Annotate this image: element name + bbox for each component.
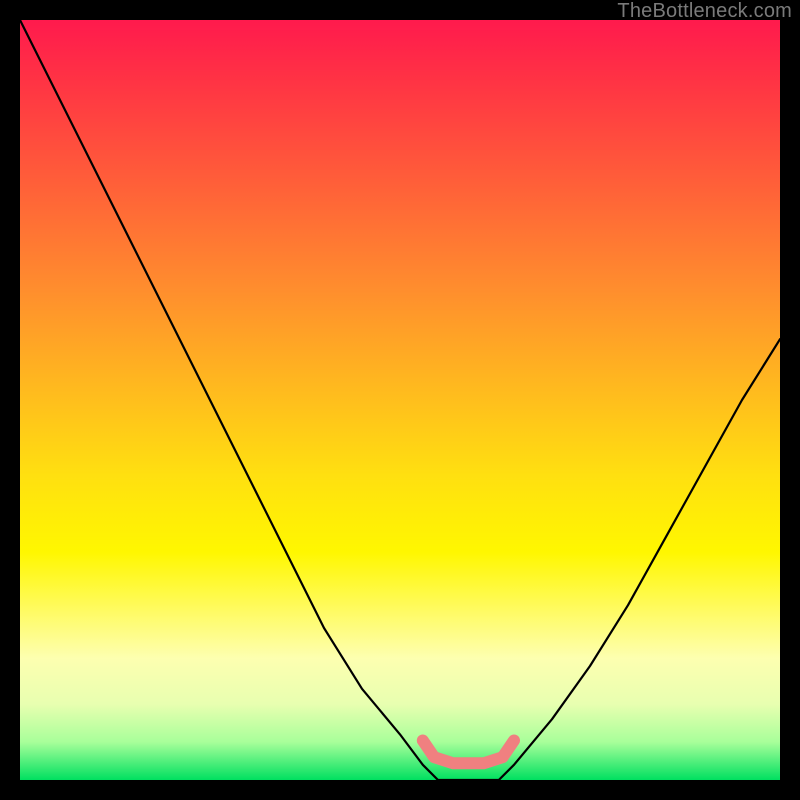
flat-bottom-highlight xyxy=(423,741,514,764)
bottleneck-curve xyxy=(20,20,780,780)
plot-area xyxy=(20,20,780,780)
curve-svg xyxy=(20,20,780,780)
chart-container: TheBottleneck.com xyxy=(0,0,800,800)
